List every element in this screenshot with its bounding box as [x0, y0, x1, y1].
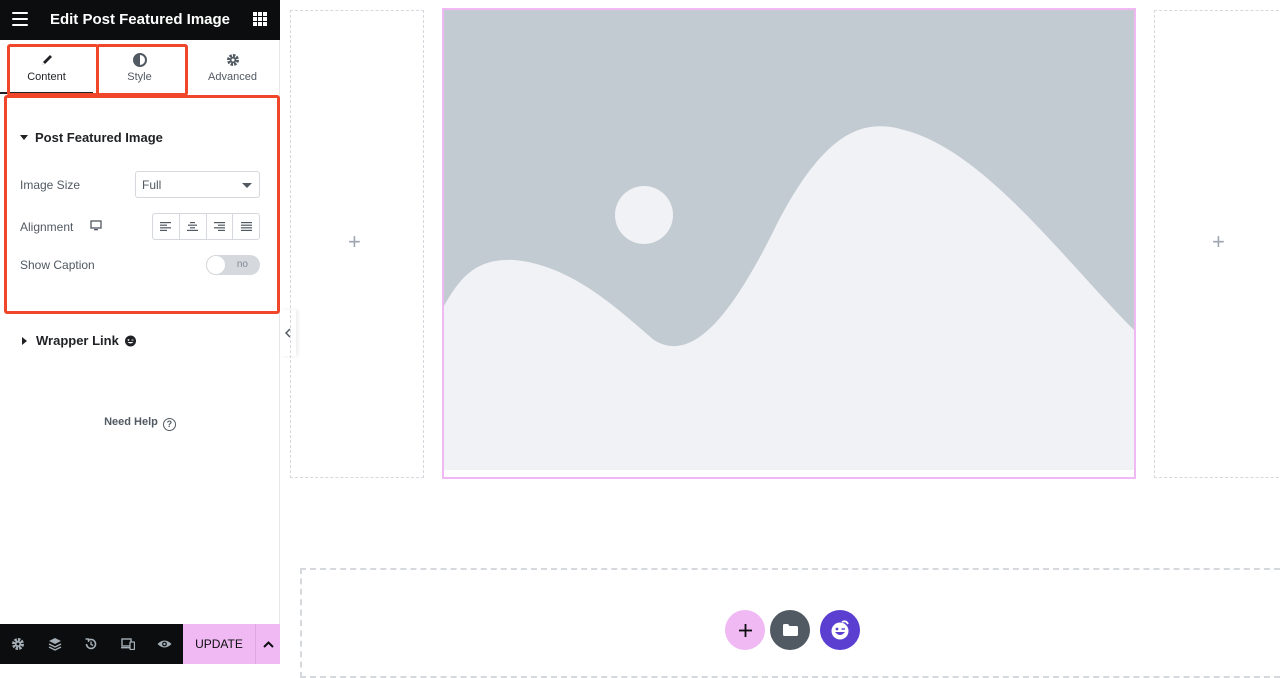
- align-left-icon: [160, 222, 172, 231]
- folder-icon: [782, 624, 798, 636]
- tab-style[interactable]: Style: [93, 40, 186, 94]
- image-size-select[interactable]: Full: [135, 171, 260, 198]
- caret-down-icon: [20, 135, 28, 140]
- grid-icon[interactable]: [253, 12, 267, 26]
- align-left-button[interactable]: [153, 214, 180, 239]
- pencil-icon: [41, 55, 52, 65]
- layers-icon[interactable]: [37, 624, 74, 664]
- alignment-label-text: Alignment: [20, 220, 74, 234]
- brand-kit-button[interactable]: [820, 610, 860, 650]
- section-toggle-wrapper-link[interactable]: Wrapper Link: [20, 333, 137, 348]
- tab-advanced[interactable]: Advanced: [186, 40, 279, 94]
- chevron-up-icon: [262, 640, 274, 648]
- tab-content-label: Content: [27, 71, 66, 83]
- panel-footer: UPDATE: [0, 624, 280, 664]
- align-center-button[interactable]: [180, 214, 207, 239]
- tab-content[interactable]: Content: [0, 40, 93, 94]
- add-element-left-icon[interactable]: +: [348, 229, 361, 255]
- add-element-right-icon[interactable]: +: [1212, 229, 1225, 255]
- need-help-link[interactable]: Need Help?: [0, 416, 280, 431]
- section-title: Post Featured Image: [35, 130, 163, 145]
- responsive-icon[interactable]: [110, 624, 147, 664]
- image-placeholder: [444, 10, 1134, 477]
- toggle-knob: [206, 255, 226, 275]
- panel-header: Edit Post Featured Image: [0, 0, 280, 40]
- plus-icon: [738, 623, 752, 637]
- toggle-state: no: [236, 259, 248, 270]
- align-center-icon: [187, 222, 199, 231]
- show-caption-label: Show Caption: [20, 258, 95, 272]
- add-section-button[interactable]: [725, 610, 765, 650]
- image-size-label: Image Size: [20, 178, 81, 192]
- panel-title: Edit Post Featured Image: [49, 11, 231, 28]
- featured-image-widget[interactable]: [442, 8, 1136, 479]
- tab-advanced-label: Advanced: [208, 71, 257, 83]
- section-toggle-post-featured-image[interactable]: Post Featured Image: [20, 130, 163, 145]
- align-justify-button[interactable]: [233, 214, 259, 239]
- tab-style-label: Style: [127, 71, 152, 83]
- placeholder-sun: [615, 186, 673, 244]
- alignment-control: [152, 213, 260, 240]
- history-icon[interactable]: [73, 624, 110, 664]
- align-right-button[interactable]: [207, 214, 234, 239]
- alignment-label: Alignment: [20, 220, 102, 234]
- need-help-label: Need Help: [104, 416, 158, 428]
- save-options-button[interactable]: [255, 624, 280, 664]
- caret-right-icon: [22, 336, 27, 345]
- help-icon: ?: [162, 418, 176, 431]
- image-size-value: Full: [142, 178, 162, 192]
- brand-face-icon: [831, 620, 849, 640]
- wrapper-link-title: Wrapper Link: [36, 333, 119, 348]
- align-right-icon: [213, 222, 225, 231]
- chevron-down-icon: [242, 183, 252, 188]
- update-button[interactable]: UPDATE: [183, 624, 255, 664]
- panel-tabs: Content Style Advanced: [0, 40, 280, 94]
- preview-icon[interactable]: [146, 624, 183, 664]
- add-template-button[interactable]: [770, 610, 810, 650]
- align-justify-icon: [240, 222, 252, 231]
- editor-panel: Edit Post Featured Image Content Style A…: [0, 0, 280, 664]
- gear-icon: [226, 54, 239, 66]
- brand-face-icon: [124, 335, 136, 347]
- half-circle-icon: [132, 53, 147, 67]
- show-caption-toggle[interactable]: no: [206, 255, 260, 275]
- highlight-section: [4, 95, 280, 314]
- settings-icon[interactable]: [0, 624, 37, 664]
- desktop-icon[interactable]: [90, 220, 102, 231]
